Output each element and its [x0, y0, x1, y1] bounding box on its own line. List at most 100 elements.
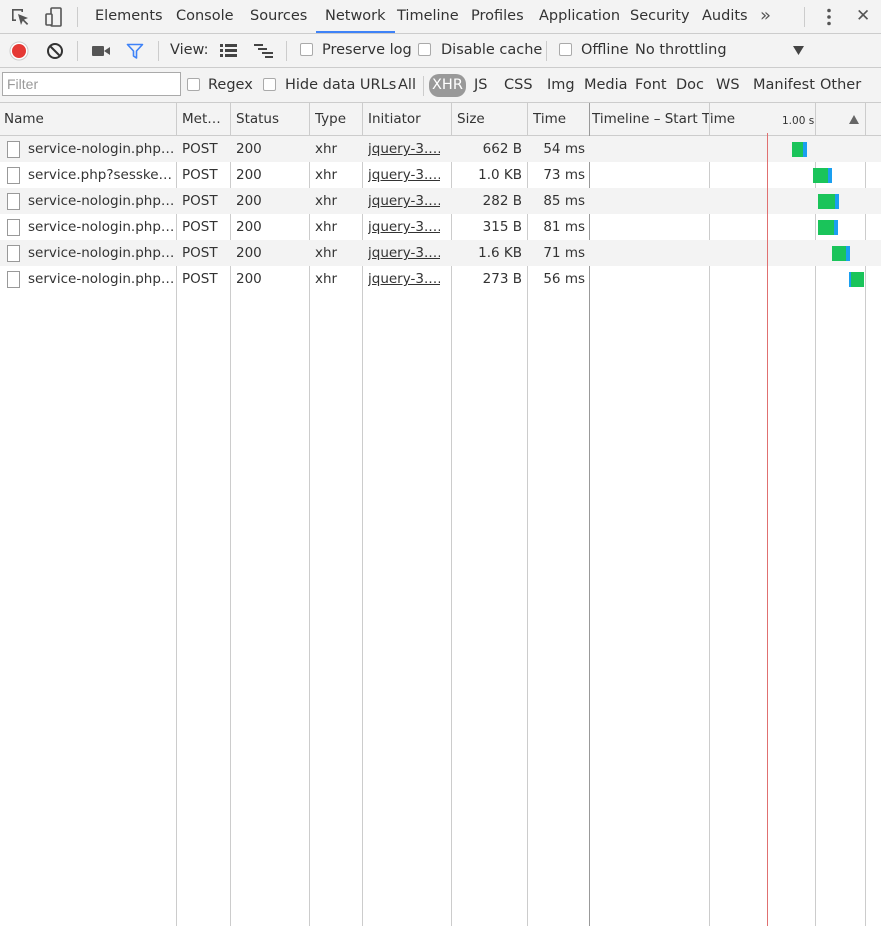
column-header-method[interactable]: Met…	[182, 103, 228, 135]
type-filter-ws[interactable]: WS	[716, 68, 740, 103]
devtools-tab-bar: Elements Console Sources Network Timelin…	[0, 0, 881, 34]
offline-checkbox[interactable]	[559, 43, 572, 56]
request-method: POST	[182, 167, 218, 183]
waterfall-bar[interactable]	[832, 246, 846, 261]
tab-network[interactable]: Network	[316, 0, 395, 33]
request-size: 1.6 KB	[478, 245, 522, 261]
type-filter-manifest[interactable]: Manifest	[753, 68, 815, 103]
type-filter-js[interactable]: JS	[474, 68, 487, 103]
column-header-initiator[interactable]: Initiator	[368, 103, 450, 135]
type-filter-doc[interactable]: Doc	[676, 68, 704, 103]
request-name[interactable]: service-nologin.php…	[28, 188, 173, 214]
tab-console[interactable]: Console	[176, 0, 234, 33]
offline-label: Offline	[581, 42, 629, 58]
type-filter-other[interactable]: Other	[820, 68, 861, 103]
toolbar-separator	[804, 7, 805, 27]
sort-ascending-icon[interactable]	[849, 115, 859, 124]
waterfall-bar[interactable]	[818, 220, 834, 235]
device-toolbar-icon[interactable]	[43, 6, 65, 28]
column-header-type[interactable]: Type	[315, 103, 361, 135]
type-filter-all[interactable]: All	[398, 68, 416, 103]
capture-screenshots-icon[interactable]	[91, 44, 111, 58]
request-initiator-link[interactable]: jquery-3.…	[368, 266, 440, 292]
request-initiator-link[interactable]: jquery-3.…	[368, 240, 440, 266]
type-filter-xhr[interactable]: XHR	[429, 74, 466, 97]
request-status: 200	[236, 271, 262, 287]
waterfall-bar[interactable]	[792, 142, 803, 157]
request-method: POST	[182, 193, 218, 209]
waterfall-bar[interactable]	[813, 168, 828, 183]
overview-icon[interactable]	[253, 43, 274, 59]
request-name[interactable]: service.php?sesske…	[28, 162, 173, 188]
waterfall-bar[interactable]	[850, 272, 864, 287]
request-size: 282 B	[482, 193, 522, 209]
regex-checkbox[interactable]	[187, 78, 200, 91]
waterfall-bar-download	[828, 168, 832, 183]
tab-profiles[interactable]: Profiles	[471, 0, 524, 33]
timeline-marker-label: 1.00 s	[782, 115, 815, 127]
waterfall-bar-download	[835, 194, 839, 209]
hide-data-urls-checkbox[interactable]	[263, 78, 276, 91]
type-filter-font[interactable]: Font	[635, 68, 667, 103]
tab-elements[interactable]: Elements	[95, 0, 163, 33]
request-name[interactable]: service-nologin.php…	[28, 266, 173, 292]
request-method: POST	[182, 245, 218, 261]
column-header-size[interactable]: Size	[457, 103, 525, 135]
waterfall-bar-download	[849, 272, 851, 287]
throttling-select[interactable]: No throttling	[635, 34, 727, 67]
request-row[interactable]: service-nologin.php… POST 200 xhr jquery…	[0, 266, 881, 292]
column-header-name[interactable]: Name	[4, 103, 174, 135]
filter-input[interactable]	[2, 72, 181, 96]
request-initiator-link[interactable]: jquery-3.…	[368, 136, 440, 162]
type-filter-css[interactable]: CSS	[504, 68, 533, 103]
request-method: POST	[182, 141, 218, 157]
request-time: 81 ms	[543, 219, 585, 235]
request-time: 85 ms	[543, 193, 585, 209]
more-tabs-icon[interactable]: »	[760, 0, 771, 33]
toolbar-separator	[77, 41, 78, 61]
column-header-timeline[interactable]: Timeline – Start Time	[592, 103, 772, 135]
request-row[interactable]: service-nologin.php… POST 200 xhr jquery…	[0, 214, 881, 240]
waterfall-bar-download	[834, 220, 838, 235]
large-rows-icon[interactable]	[219, 43, 238, 58]
kebab-menu-icon[interactable]	[818, 6, 840, 28]
request-size: 315 B	[482, 219, 522, 235]
request-time: 73 ms	[543, 167, 585, 183]
request-name[interactable]: service-nologin.php…	[28, 214, 173, 240]
regex-label: Regex	[208, 77, 253, 93]
request-initiator-link[interactable]: jquery-3.…	[368, 162, 440, 188]
tab-security[interactable]: Security	[630, 0, 690, 33]
document-icon	[7, 141, 20, 158]
tab-timeline[interactable]: Timeline	[397, 0, 459, 33]
request-status: 200	[236, 167, 262, 183]
request-status: 200	[236, 219, 262, 235]
column-header-time[interactable]: Time	[533, 103, 589, 135]
type-filter-media[interactable]: Media	[584, 68, 628, 103]
clear-icon[interactable]	[46, 42, 64, 60]
request-row[interactable]: service-nologin.php… POST 200 xhr jquery…	[0, 136, 881, 162]
request-name[interactable]: service-nologin.php…	[28, 136, 173, 162]
request-type: xhr	[315, 271, 338, 287]
tab-audits[interactable]: Audits	[702, 0, 748, 33]
filter-icon[interactable]	[126, 43, 144, 60]
inspect-element-icon[interactable]	[9, 6, 31, 28]
chevron-down-icon[interactable]	[793, 46, 804, 55]
request-row[interactable]: service-nologin.php… POST 200 xhr jquery…	[0, 188, 881, 214]
request-initiator-link[interactable]: jquery-3.…	[368, 188, 440, 214]
request-status: 200	[236, 193, 262, 209]
tab-sources[interactable]: Sources	[250, 0, 307, 33]
request-row[interactable]: service-nologin.php… POST 200 xhr jquery…	[0, 240, 881, 266]
type-filter-img[interactable]: Img	[547, 68, 575, 103]
waterfall-bar[interactable]	[818, 194, 835, 209]
request-initiator-link[interactable]: jquery-3.…	[368, 214, 440, 240]
toolbar-separator	[77, 7, 78, 27]
tab-application[interactable]: Application	[539, 0, 620, 33]
record-icon[interactable]	[9, 41, 29, 61]
close-icon[interactable]: ✕	[856, 0, 870, 33]
request-name[interactable]: service-nologin.php…	[28, 240, 173, 266]
disable-cache-checkbox[interactable]	[418, 43, 431, 56]
column-header-status[interactable]: Status	[236, 103, 308, 135]
request-row[interactable]: service.php?sesske… POST 200 xhr jquery-…	[0, 162, 881, 188]
request-size: 662 B	[482, 141, 522, 157]
preserve-log-checkbox[interactable]	[300, 43, 313, 56]
